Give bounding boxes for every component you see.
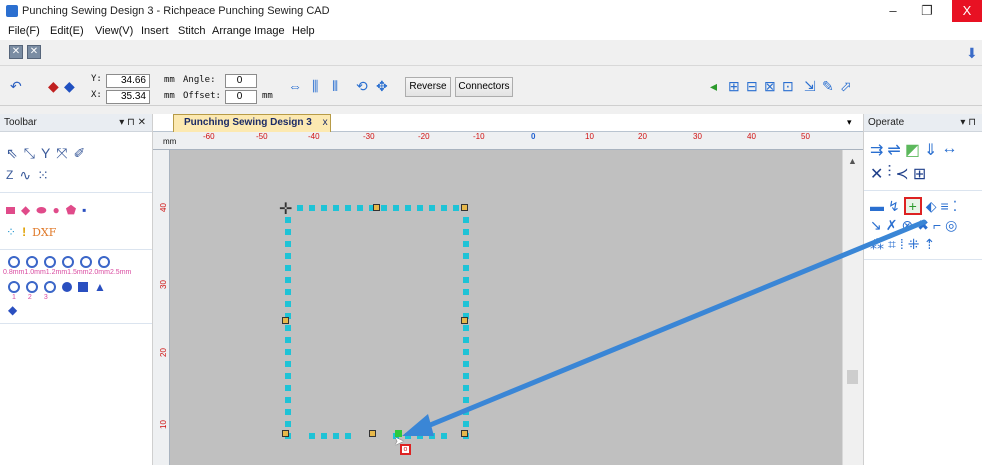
annotation-arrow [402,219,927,436]
arrow-shaft [415,219,927,433]
arrow-head [402,414,434,436]
